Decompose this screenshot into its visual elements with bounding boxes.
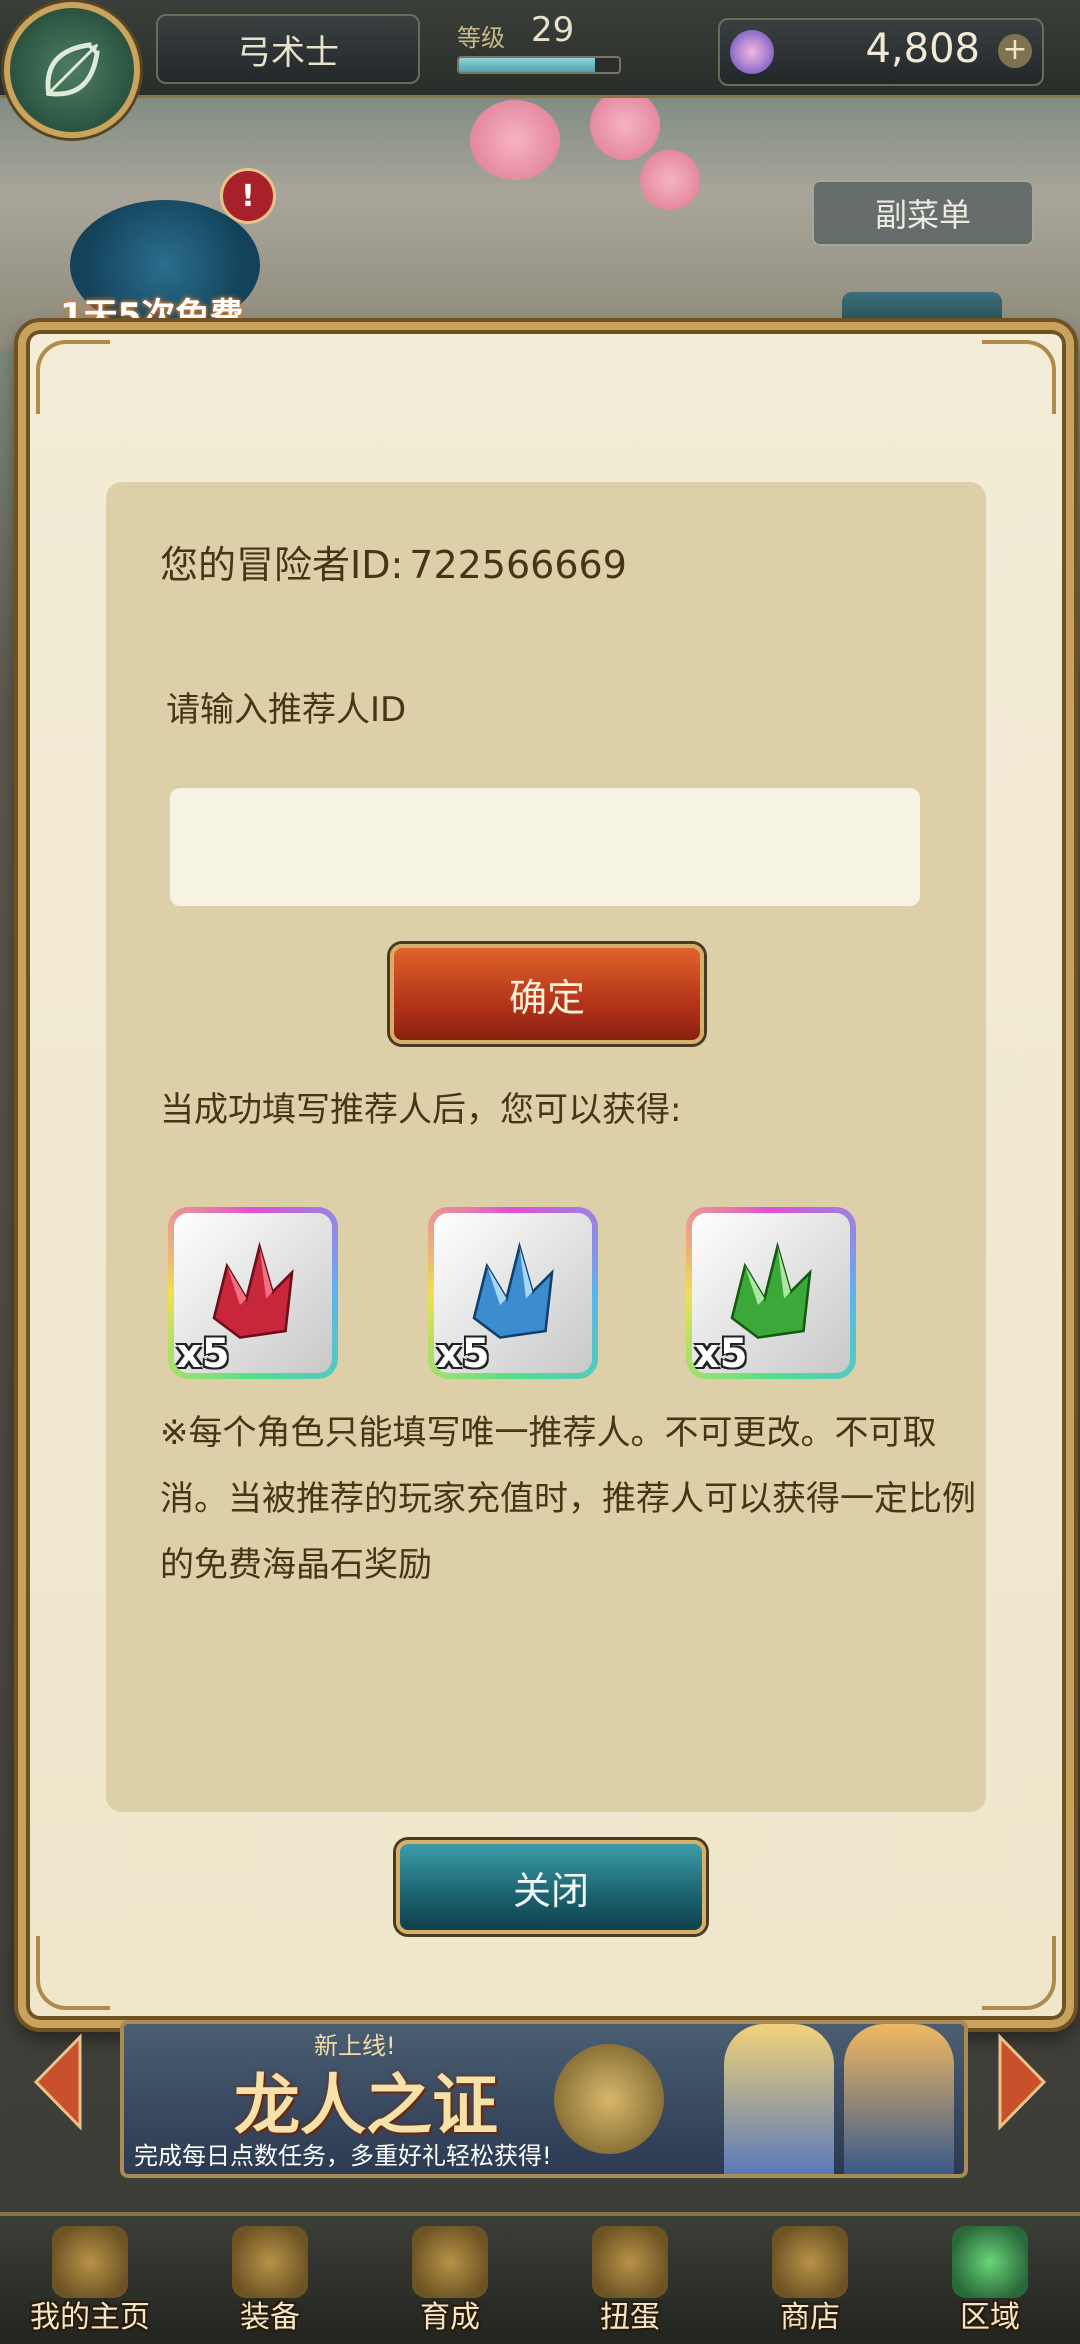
coin-bag-icon bbox=[772, 2226, 848, 2298]
referrer-id-input[interactable] bbox=[170, 788, 920, 906]
close-button[interactable]: 关闭 bbox=[396, 1840, 706, 1934]
gem-count: 4,808 bbox=[865, 26, 980, 72]
submenu-button[interactable]: 副菜单 bbox=[812, 180, 1034, 246]
chevron-left-icon bbox=[33, 2033, 82, 2131]
reward-title: 当成功填写推荐人后，您可以获得: bbox=[160, 1090, 682, 1130]
nav-home[interactable]: 我的主页 bbox=[0, 2216, 180, 2344]
dialog-corner-ornament bbox=[982, 340, 1056, 414]
class-emblem-button[interactable] bbox=[4, 2, 140, 138]
adventurer-id-line: 您的冒险者ID: 722566669 bbox=[160, 534, 627, 589]
dialog-corner-ornament bbox=[982, 1936, 1056, 2010]
banner-emblem bbox=[554, 2044, 664, 2154]
reward-count: x5 bbox=[694, 1331, 748, 1373]
banner-character bbox=[724, 2024, 834, 2174]
flower-decoration bbox=[470, 100, 560, 180]
reward-item-blue-crystal[interactable]: x5 bbox=[428, 1207, 598, 1379]
nav-label: 我的主页 bbox=[30, 2300, 150, 2335]
notice-badge: ! bbox=[220, 168, 276, 224]
banner-title: 龙人之证 bbox=[234, 2066, 498, 2144]
nav-region[interactable]: 区域 bbox=[900, 2216, 1080, 2344]
sword-icon bbox=[412, 2226, 488, 2298]
nav-shop[interactable]: 商店 bbox=[720, 2216, 900, 2344]
nav-label: 商店 bbox=[780, 2300, 840, 2335]
nav-label: 育成 bbox=[420, 2300, 480, 2335]
nav-label: 装备 bbox=[240, 2300, 300, 2335]
level-indicator: 等级 29 bbox=[445, 10, 625, 80]
confirm-button[interactable]: 确定 bbox=[390, 944, 704, 1044]
bow-icon bbox=[45, 42, 100, 97]
flower-decoration bbox=[590, 90, 660, 160]
globe-icon bbox=[952, 2226, 1028, 2298]
reward-item-green-crystal[interactable]: x5 bbox=[686, 1207, 856, 1379]
level-label: 等级 bbox=[457, 24, 505, 52]
dialog-content-panel: 您的冒险者ID: 722566669 请输入推荐人ID 确定 当成功填写推荐人后，… bbox=[106, 482, 986, 1812]
banner-subtitle: 完成每日点数任务，多重好礼轻松获得! bbox=[134, 2142, 552, 2170]
add-gems-button[interactable]: + bbox=[998, 34, 1032, 68]
reward-item-red-crystal[interactable]: x5 bbox=[168, 1207, 338, 1379]
adventurer-id-label: 您的冒险者ID: bbox=[160, 543, 404, 587]
dialog-corner-ornament bbox=[36, 1936, 110, 2010]
referrer-prompt: 请输入推荐人ID bbox=[166, 690, 407, 730]
adventurer-id-value: 722566669 bbox=[409, 543, 627, 587]
scroll-icon bbox=[52, 2226, 128, 2298]
nav-training[interactable]: 育成 bbox=[360, 2216, 540, 2344]
gem-currency: 4,808 + bbox=[718, 18, 1044, 86]
banner-character bbox=[844, 2024, 954, 2174]
gem-icon bbox=[730, 30, 774, 74]
level-value: 29 bbox=[531, 10, 575, 50]
chevron-right-icon bbox=[998, 2033, 1047, 2131]
bottom-navigation: 我的主页 装备 育成 扭蛋 商店 区域 bbox=[0, 2212, 1080, 2344]
referral-dialog: 您的冒险者ID: 722566669 请输入推荐人ID 确定 当成功填写推荐人后，… bbox=[18, 322, 1074, 2028]
reward-count: x5 bbox=[436, 1331, 490, 1373]
nav-equipment[interactable]: 装备 bbox=[180, 2216, 360, 2344]
nav-gacha[interactable]: 扭蛋 bbox=[540, 2216, 720, 2344]
level-progress-bar bbox=[457, 56, 621, 74]
dialog-corner-ornament bbox=[36, 340, 110, 414]
helmet-icon bbox=[232, 2226, 308, 2298]
level-progress-fill bbox=[459, 58, 595, 72]
reward-count: x5 bbox=[176, 1331, 230, 1373]
nav-label: 扭蛋 bbox=[600, 2300, 660, 2335]
gacha-machine-icon bbox=[592, 2226, 668, 2298]
banner-prev-arrow[interactable] bbox=[30, 2032, 84, 2132]
class-name-label: 弓术士 bbox=[156, 14, 420, 84]
event-banner[interactable]: 新上线! 龙人之证 完成每日点数任务，多重好礼轻松获得! bbox=[120, 2020, 968, 2178]
banner-next-arrow[interactable] bbox=[996, 2032, 1050, 2132]
nav-label: 区域 bbox=[960, 2300, 1020, 2335]
flower-decoration bbox=[640, 150, 700, 210]
referral-note: ※每个角色只能填写唯一推荐人。不可更改。不可取消。当被推荐的玩家充值时，推荐人可… bbox=[160, 1413, 976, 1585]
